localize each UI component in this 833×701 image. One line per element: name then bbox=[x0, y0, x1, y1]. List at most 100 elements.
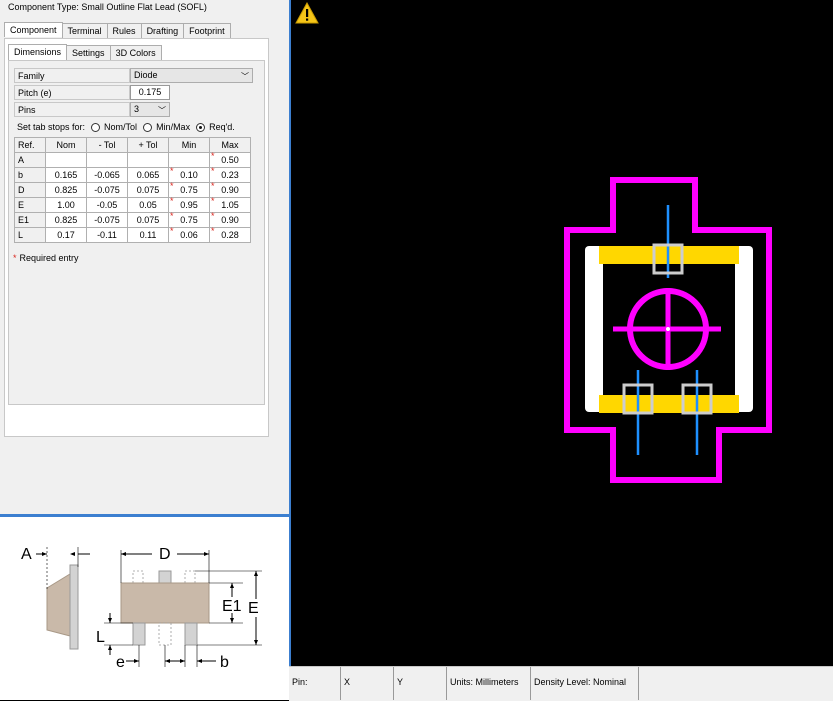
plus-tol-cell[interactable]: 0.11 bbox=[127, 227, 169, 243]
plus-tol-cell[interactable]: 0.065 bbox=[127, 167, 169, 183]
label-e: e bbox=[116, 654, 125, 671]
min-value: 0.75 bbox=[180, 185, 198, 195]
minus-tol-cell[interactable]: -0.05 bbox=[86, 197, 128, 213]
required-marker: * bbox=[211, 181, 215, 191]
nom-cell[interactable]: 0.825 bbox=[45, 212, 87, 228]
required-marker: * bbox=[211, 166, 215, 176]
plus-tol-cell[interactable] bbox=[127, 152, 169, 168]
family-label: Family bbox=[14, 68, 130, 83]
status-bar: Pin: X Y Units: Millimeters Density Leve… bbox=[289, 666, 833, 701]
radio-reqd[interactable] bbox=[196, 122, 206, 132]
min-cell[interactable]: * 0.75 bbox=[168, 181, 210, 198]
required-marker: * bbox=[170, 196, 174, 206]
required-marker: * bbox=[170, 181, 174, 191]
pitch-input[interactable]: 0.175 bbox=[130, 85, 170, 100]
pad-bottom bbox=[599, 395, 739, 413]
nom-cell[interactable] bbox=[45, 152, 87, 168]
nom-cell[interactable]: 1.00 bbox=[45, 197, 87, 213]
row-ref: E1 bbox=[14, 212, 46, 228]
minus-tol-cell[interactable]: -0.11 bbox=[86, 227, 128, 243]
status-y: Y bbox=[394, 667, 447, 700]
tab-component[interactable]: Component bbox=[4, 22, 63, 37]
minus-tol-cell[interactable]: -0.075 bbox=[86, 182, 128, 198]
radio-nom-tol-label: Nom/Tol bbox=[104, 122, 138, 132]
tab-rules[interactable]: Rules bbox=[106, 23, 142, 38]
dimensions-table: Ref. Nom - Tol + Tol Min Max A * 0.50 b 0… bbox=[14, 137, 251, 243]
max-cell[interactable]: * 0.90 bbox=[209, 211, 251, 228]
label-E: E bbox=[248, 600, 259, 617]
header-minus-tol: - Tol bbox=[86, 137, 128, 153]
component-type-label: Component Type: Small Outline Flat Lead … bbox=[8, 2, 207, 12]
min-cell[interactable]: * 0.75 bbox=[168, 211, 210, 228]
tab-3d-colors[interactable]: 3D Colors bbox=[109, 45, 162, 61]
required-marker: * bbox=[211, 196, 215, 206]
required-marker: * bbox=[170, 166, 174, 176]
status-density: Density Level: Nominal bbox=[531, 667, 639, 700]
max-cell[interactable]: * 0.28 bbox=[209, 226, 251, 243]
family-select[interactable]: Diode ﹀ bbox=[130, 68, 253, 83]
top-view bbox=[120, 570, 210, 646]
side-view bbox=[46, 564, 79, 650]
pins-value: 3 bbox=[134, 104, 140, 114]
label-b: b bbox=[220, 654, 229, 671]
tab-terminal[interactable]: Terminal bbox=[61, 23, 108, 38]
sub-tabs: Dimensions Settings 3D Colors bbox=[8, 44, 162, 61]
max-value: 1.05 bbox=[221, 200, 239, 210]
tab-drafting[interactable]: Drafting bbox=[140, 23, 185, 38]
warning-icon[interactable] bbox=[295, 2, 319, 24]
pins-row: Pins 3 ﹀ bbox=[14, 102, 174, 118]
min-value: 0.75 bbox=[180, 215, 198, 225]
label-A: A bbox=[21, 546, 32, 563]
required-marker: * bbox=[211, 226, 215, 236]
table-row: E1 0.825 -0.075 0.075 * 0.75 * 0.90 bbox=[14, 211, 251, 228]
required-note: * Required entry bbox=[13, 253, 79, 263]
pins-label: Pins bbox=[14, 102, 130, 117]
min-cell[interactable]: * 0.10 bbox=[168, 166, 210, 183]
table-row: D 0.825 -0.075 0.075 * 0.75 * 0.90 bbox=[14, 181, 251, 198]
pitch-label: Pitch (e) bbox=[14, 85, 130, 100]
tab-settings[interactable]: Settings bbox=[66, 45, 111, 61]
header-nom: Nom bbox=[45, 137, 87, 153]
min-cell[interactable]: * 0.06 bbox=[168, 226, 210, 243]
nom-cell[interactable]: 0.17 bbox=[45, 227, 87, 243]
nom-cell[interactable]: 0.165 bbox=[45, 167, 87, 183]
package-diagram: A D E1 E L e b bbox=[21, 546, 262, 671]
row-ref: b bbox=[14, 167, 46, 183]
minus-tol-cell[interactable] bbox=[86, 152, 128, 168]
required-marker: * bbox=[211, 211, 215, 221]
plus-tol-cell[interactable]: 0.075 bbox=[127, 182, 169, 198]
max-cell[interactable]: * 0.50 bbox=[209, 151, 251, 168]
max-cell[interactable]: * 0.23 bbox=[209, 166, 251, 183]
status-pin: Pin: bbox=[289, 667, 341, 700]
tab-dimensions[interactable]: Dimensions bbox=[8, 44, 68, 60]
row-ref: L bbox=[14, 227, 46, 243]
pins-select[interactable]: 3 ﹀ bbox=[130, 102, 170, 117]
radio-nom-tol[interactable] bbox=[91, 122, 101, 132]
radio-min-max[interactable] bbox=[143, 122, 153, 132]
tab-stops-label: Set tab stops for: bbox=[17, 122, 86, 132]
pitch-row: Pitch (e) 0.175 bbox=[14, 85, 174, 101]
origin-marker bbox=[666, 327, 670, 331]
minus-tol-cell[interactable]: -0.075 bbox=[86, 212, 128, 228]
minus-tol-cell[interactable]: -0.065 bbox=[86, 167, 128, 183]
package-diagram-panel: A D E1 E L e b bbox=[0, 517, 289, 700]
max-value: 0.28 bbox=[221, 230, 239, 240]
table-header-row: Ref. Nom - Tol + Tol Min Max bbox=[14, 137, 251, 153]
min-cell[interactable]: * 0.95 bbox=[168, 196, 210, 213]
header-ref: Ref. bbox=[14, 137, 46, 153]
plus-tol-cell[interactable]: 0.075 bbox=[127, 212, 169, 228]
min-cell[interactable] bbox=[168, 152, 210, 168]
max-cell[interactable]: * 0.90 bbox=[209, 181, 251, 198]
footprint-canvas[interactable] bbox=[291, 0, 833, 666]
min-value: 0.95 bbox=[180, 200, 198, 210]
max-value: 0.90 bbox=[221, 185, 239, 195]
header-min: Min bbox=[168, 137, 210, 153]
family-row: Family Diode ﹀ bbox=[14, 68, 253, 84]
tab-footprint[interactable]: Footprint bbox=[183, 23, 231, 38]
max-cell[interactable]: * 1.05 bbox=[209, 196, 251, 213]
status-x: X bbox=[341, 667, 394, 700]
required-marker: * bbox=[170, 211, 174, 221]
plus-tol-cell[interactable]: 0.05 bbox=[127, 197, 169, 213]
row-ref: A bbox=[14, 152, 46, 168]
nom-cell[interactable]: 0.825 bbox=[45, 182, 87, 198]
